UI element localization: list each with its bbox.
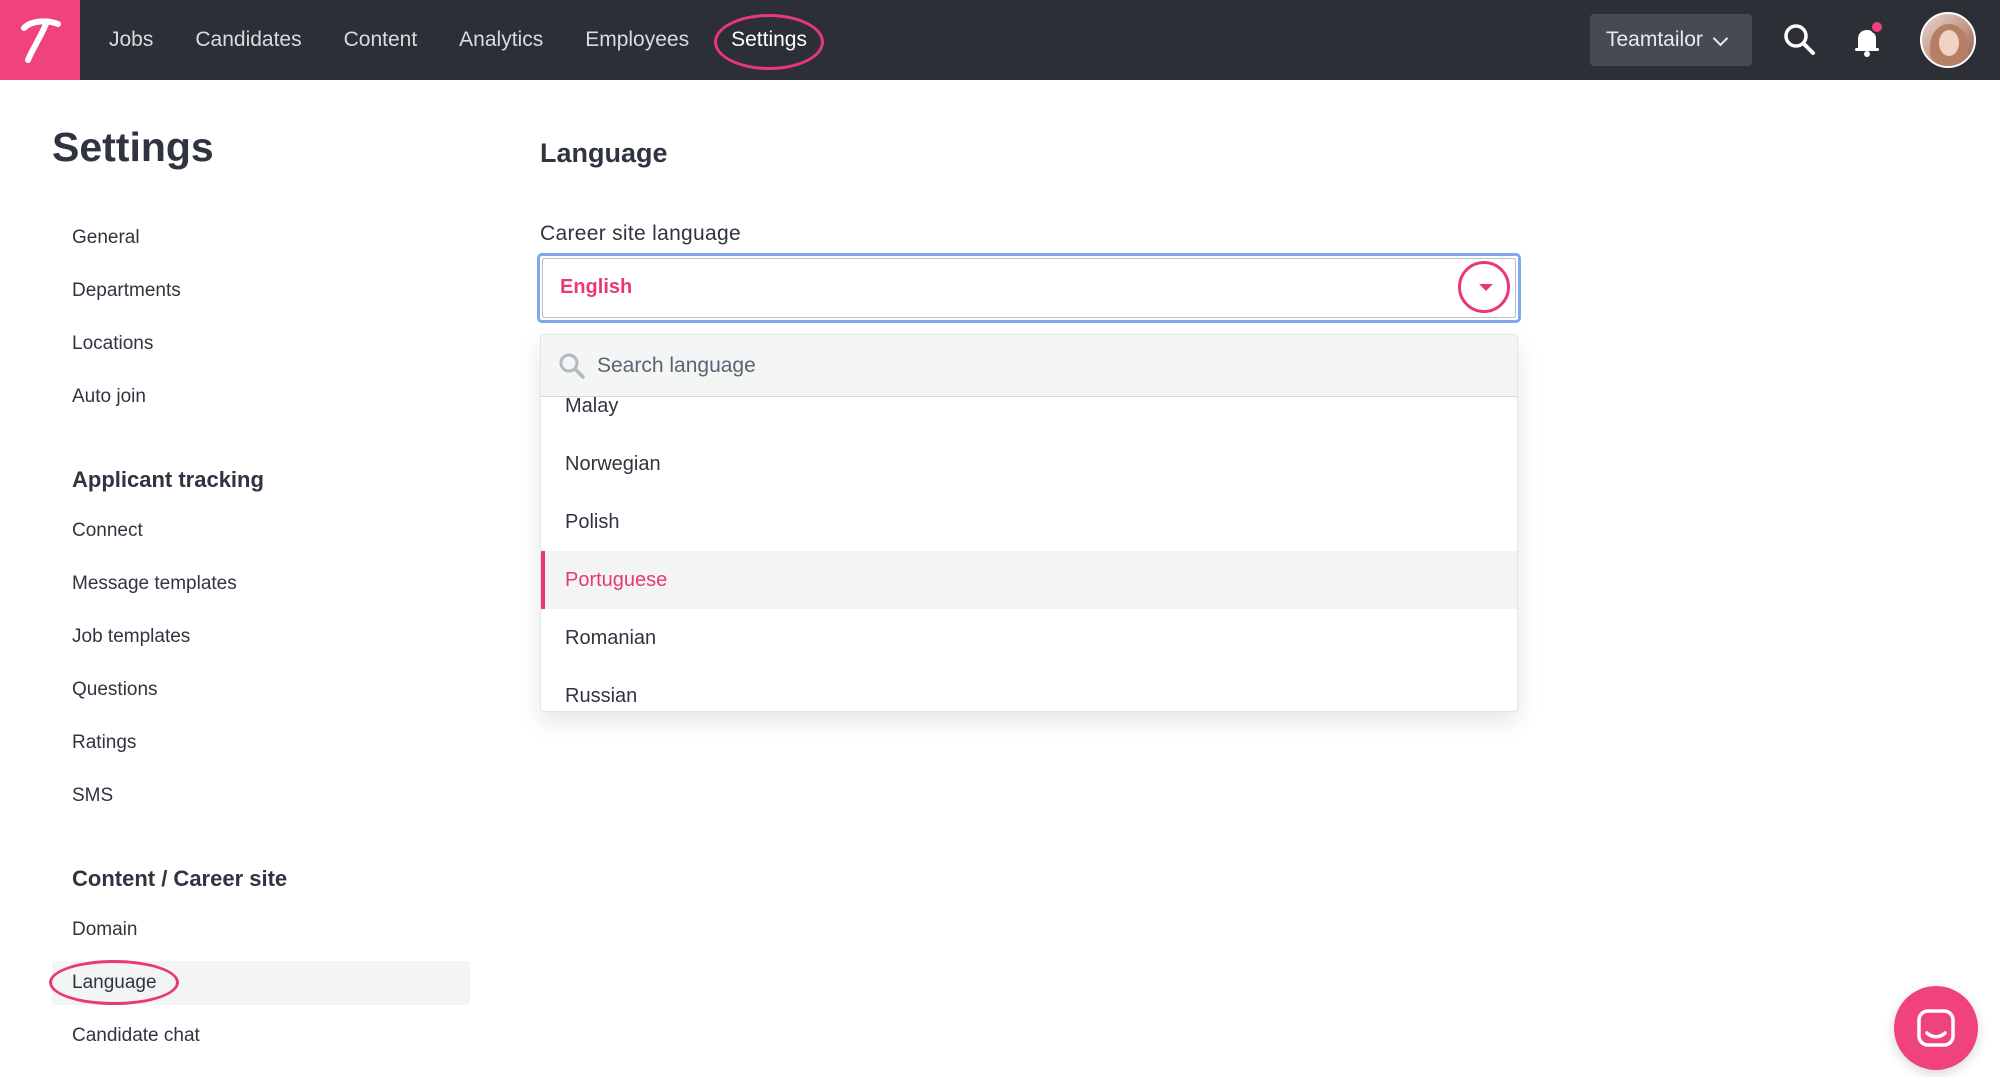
dropdown-search-bar <box>541 335 1517 397</box>
sidebar-item-label: Ratings <box>72 732 137 753</box>
sidebar-item-label: Questions <box>72 679 158 700</box>
company-switcher-button[interactable]: Teamtailor <box>1590 14 1752 66</box>
language-option-norwegian[interactable]: Norwegian <box>541 435 1517 493</box>
sidebar-item-label: Connect <box>72 520 143 541</box>
chat-launcher-button[interactable] <box>1894 986 1978 1070</box>
sidebar-item-locations[interactable]: Locations <box>52 322 470 366</box>
sidebar-heading-content-career-site: Content / Career site <box>72 866 288 891</box>
chevron-down-icon <box>1712 30 1729 46</box>
nav-jobs[interactable]: Jobs <box>88 0 174 80</box>
sidebar-item-auto-join[interactable]: Auto join <box>52 375 470 419</box>
company-name: Teamtailor <box>1606 28 1703 51</box>
sidebar-item-label: Language <box>72 972 157 993</box>
sidebar-item-label: Candidate chat <box>72 1025 200 1046</box>
language-option-portuguese[interactable]: Portuguese <box>541 551 1517 609</box>
chat-icon <box>1917 1009 1955 1047</box>
select-inner-border <box>542 258 1516 318</box>
user-avatar[interactable] <box>1920 12 1976 68</box>
sidebar-item-candidate-chat[interactable]: Candidate chat <box>52 1014 470 1058</box>
sidebar-item-language[interactable]: Language <box>52 961 470 1005</box>
page-title: Settings <box>52 124 214 170</box>
nav-settings[interactable]: Settings <box>710 0 828 80</box>
language-dropdown: Malay Norwegian Polish Portuguese Romani… <box>540 334 1518 712</box>
section-title: Language <box>540 138 668 168</box>
career-site-language-label: Career site language <box>540 222 741 245</box>
sidebar-item-label: Locations <box>72 333 154 354</box>
search-icon <box>559 353 585 379</box>
avatar-face <box>1939 30 1959 56</box>
teamtailor-logo[interactable] <box>0 0 80 80</box>
sidebar-item-job-templates[interactable]: Job templates <box>52 615 470 659</box>
career-site-language-select[interactable]: English <box>537 253 1521 323</box>
sidebar-item-general[interactable]: General <box>52 216 470 260</box>
search-language-input[interactable] <box>597 347 1477 385</box>
sidebar-item-connect[interactable]: Connect <box>52 509 470 553</box>
sidebar-item-label: Job templates <box>72 626 191 647</box>
nav-content[interactable]: Content <box>323 0 439 80</box>
sidebar-item-sms[interactable]: SMS <box>52 774 470 818</box>
sidebar-item-ratings[interactable]: Ratings <box>52 721 470 765</box>
language-option-polish[interactable]: Polish <box>541 493 1517 551</box>
main-nav: Jobs Candidates Content Analytics Employ… <box>88 0 828 80</box>
language-option-malay[interactable]: Malay <box>541 397 1517 435</box>
language-option-russian[interactable]: Russian <box>541 667 1517 711</box>
sidebar-item-label: Departments <box>72 280 181 301</box>
sidebar-item-departments[interactable]: Departments <box>52 269 470 313</box>
sidebar-item-label: Domain <box>72 919 138 940</box>
language-option-romanian[interactable]: Romanian <box>541 609 1517 667</box>
caret-down-icon[interactable] <box>1458 261 1510 313</box>
language-options-list[interactable]: Malay Norwegian Polish Portuguese Romani… <box>541 397 1517 711</box>
nav-analytics[interactable]: Analytics <box>438 0 564 80</box>
nav-candidates[interactable]: Candidates <box>174 0 322 80</box>
sidebar-item-message-templates[interactable]: Message templates <box>52 562 470 606</box>
bell-icon[interactable] <box>1848 20 1888 60</box>
nav-employees[interactable]: Employees <box>564 0 710 80</box>
logo-t-glyph <box>21 18 61 63</box>
top-navigation-bar: Jobs Candidates Content Analytics Employ… <box>0 0 2000 80</box>
sidebar-item-label: SMS <box>72 785 114 806</box>
sidebar-item-label: Auto join <box>72 386 146 407</box>
sidebar-item-questions[interactable]: Questions <box>52 668 470 712</box>
search-icon[interactable] <box>1780 20 1820 60</box>
sidebar-item-label: General <box>72 227 140 248</box>
sidebar-heading-applicant-tracking: Applicant tracking <box>72 467 264 492</box>
sidebar-item-domain[interactable]: Domain <box>52 908 470 952</box>
selected-language: English <box>560 276 633 298</box>
sidebar-item-label: Message templates <box>72 573 237 594</box>
